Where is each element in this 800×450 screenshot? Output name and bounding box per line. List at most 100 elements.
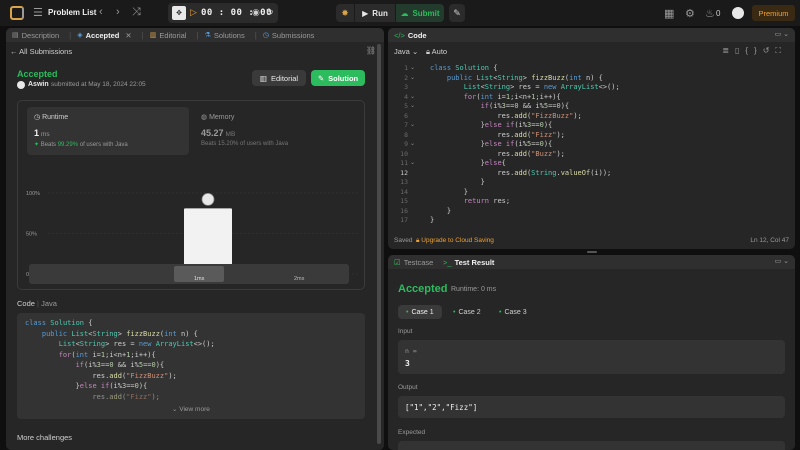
line-number: 10 [400,149,408,158]
user-avatar[interactable] [17,81,25,89]
code-line[interactable]: return res; [430,197,510,205]
code-line[interactable]: }else if(i%3==0){ [430,121,553,129]
debug-button[interactable]: ✸ [336,4,354,22]
premium-button[interactable]: Premium [752,5,795,21]
memory-label: ◍ Memory [201,114,235,121]
layout-icon[interactable]: ▦ [664,7,674,20]
book-icon: ▥ [259,73,267,83]
timer-eye-icon[interactable]: ◉ [252,7,260,18]
timer-drag-icon[interactable]: ✥ [172,6,186,20]
upload-icon: ☁ [400,8,409,18]
format-icon[interactable]: ▯ [735,46,745,55]
timer-play-icon[interactable]: ▷ [190,7,197,18]
code-line[interactable]: List<String> res = new ArrayList<>(); [430,83,620,91]
submit-button[interactable]: ☁ Submit [396,4,444,22]
code-line[interactable]: } [430,178,485,186]
code-line[interactable]: } [430,188,468,196]
input-value: 3 [405,359,410,368]
code-line[interactable]: res.add("Fizz"); [430,131,564,139]
case-tab-1[interactable]: • Case 1 [398,305,442,319]
top-bar: ☰ Problem List ‹ › ⤨ ✥ ▷ 00 : 00 : 00 ◉ … [0,0,800,26]
view-more-button[interactable]: ⌄ View more [172,405,210,413]
accepted-icon: ◈ [77,32,83,39]
memory-card[interactable]: ◍ Memory 45.27 MB Beats 15.20% of users w… [194,107,356,155]
gear-icon[interactable]: ⚙ [685,7,695,20]
auto-mode-toggle[interactable]: 🔒︎ Auto [426,47,447,57]
fire-icon[interactable]: ♨ [705,7,715,20]
fullscreen-icon[interactable]: ⛶ [775,46,787,55]
input-label: Input [398,328,413,335]
y-tick-label: 100% [26,191,40,197]
tab-description[interactable]: ▤ Description [12,31,59,40]
panel-window-icons[interactable]: ▭ ⌄ [775,30,789,38]
tab-testcase[interactable]: ☑ Testcase [394,258,433,267]
panel-splitter[interactable] [587,251,597,253]
braces-icon[interactable]: {} [745,46,762,55]
submission-status: Accepted [17,69,58,79]
fold-icon[interactable]: ⌄ [410,93,415,100]
more-challenges-heading: More challenges [17,433,73,442]
problem-list-icon[interactable]: ☰ [33,6,43,19]
run-icon: ▶ [362,8,369,18]
problem-list-link[interactable]: Problem List [48,8,96,17]
fold-icon[interactable]: ⌄ [410,140,415,147]
editor-header: </> Code ▭ ⌄ [388,28,795,42]
code-line[interactable]: res.add("Buzz"); [430,150,564,158]
leetcode-logo-icon[interactable] [10,6,24,20]
code-editor-panel: </> Code ▭ ⌄ Java ⌄ 🔒︎ Auto ≣▯{}↺⛶ ⌄ ⌄ ⌄ … [388,28,795,249]
code-line[interactable]: for(int i=1;i<n+1;i++){ [430,93,561,101]
case-tab-3[interactable]: • Case 3 [491,305,535,319]
trophy-icon: ✦ [34,142,40,148]
run-button[interactable]: ▶ Run [355,4,395,22]
tab-solutions[interactable]: ⚗ Solutions [205,31,245,40]
code-line[interactable]: }else{ [430,159,506,167]
code-line[interactable]: res.add(String.valueOf(i)); [430,169,611,177]
tab-test-result[interactable]: >_ Test Result [443,258,494,267]
lock-icon: 🔒︎ [416,237,420,244]
language-select[interactable]: Java ⌄ [394,47,418,56]
code-line[interactable]: } [430,216,434,224]
shuffle-icon[interactable]: ⤨ [132,6,141,19]
bookmark-icon[interactable]: ≣ [722,46,735,55]
input-name: n = [405,347,417,355]
code-line[interactable]: if(i%3==0 && i%5==0){ [430,102,570,110]
fold-icon[interactable]: ⌄ [410,121,415,128]
user-name[interactable]: Aswin [28,81,49,88]
reset-icon[interactable]: ↺ [763,46,776,55]
clock-icon: ◷ [34,114,41,121]
code-line[interactable]: public List<String> fizzBuzz(int n) { [430,74,603,82]
description-icon: ▤ [12,32,19,39]
tab-accepted[interactable]: ◈ Accepted ✕ [77,31,131,40]
avatar[interactable] [732,7,744,19]
tab-editorial[interactable]: ▥ Editorial [150,31,187,40]
solution-button[interactable]: ✎ Solution [311,70,365,86]
submitted-code-block[interactable]: class Solution { public List<String> fiz… [17,313,365,419]
timer-reset-icon[interactable]: ↻ [266,7,274,18]
next-problem-icon[interactable]: › [116,6,120,18]
code-line[interactable]: res.add("FizzBuzz"); [430,112,581,120]
fold-icon[interactable]: ⌄ [410,64,415,71]
all-submissions-link[interactable]: ← All Submissions [10,47,72,56]
code-line[interactable]: } [430,207,451,215]
line-number: 2 [404,73,408,82]
code-line[interactable]: class Solution { [430,64,497,72]
notes-button[interactable]: ✎ [449,4,465,22]
tab-submissions[interactable]: ◷ Submissions [263,31,315,40]
upgrade-cloud-link[interactable]: 🔒︎ Upgrade to Cloud Saving [416,237,494,245]
code-line[interactable]: }else if(i%5==0){ [430,140,553,148]
share-link-icon[interactable]: ⛓ [366,46,376,55]
fold-icon[interactable]: ⌄ [410,74,415,81]
case-tab-2[interactable]: • Case 2 [445,305,489,319]
line-number: 4 [404,92,408,101]
close-icon[interactable]: ✕ [125,31,131,40]
scrollbar[interactable] [377,44,381,444]
runtime-card[interactable]: ◷ Runtime 1 ms ✦ Beats 99.29% of users wi… [27,107,189,155]
panel-window-icons[interactable]: ▭ ⌄ [775,257,789,265]
left-tab-bar: ▤ Description | ◈ Accepted ✕ | ▥ Editorial |… [6,28,384,42]
edit-icon: ✎ [317,73,325,83]
prev-problem-icon[interactable]: ‹ [99,6,103,18]
fold-icon[interactable]: ⌄ [410,102,415,109]
fold-icon[interactable]: ⌄ [410,159,415,166]
editorial-button[interactable]: ▥ Editorial [252,70,306,86]
editor-toolbar[interactable]: ≣▯{}↺⛶ [722,46,787,56]
